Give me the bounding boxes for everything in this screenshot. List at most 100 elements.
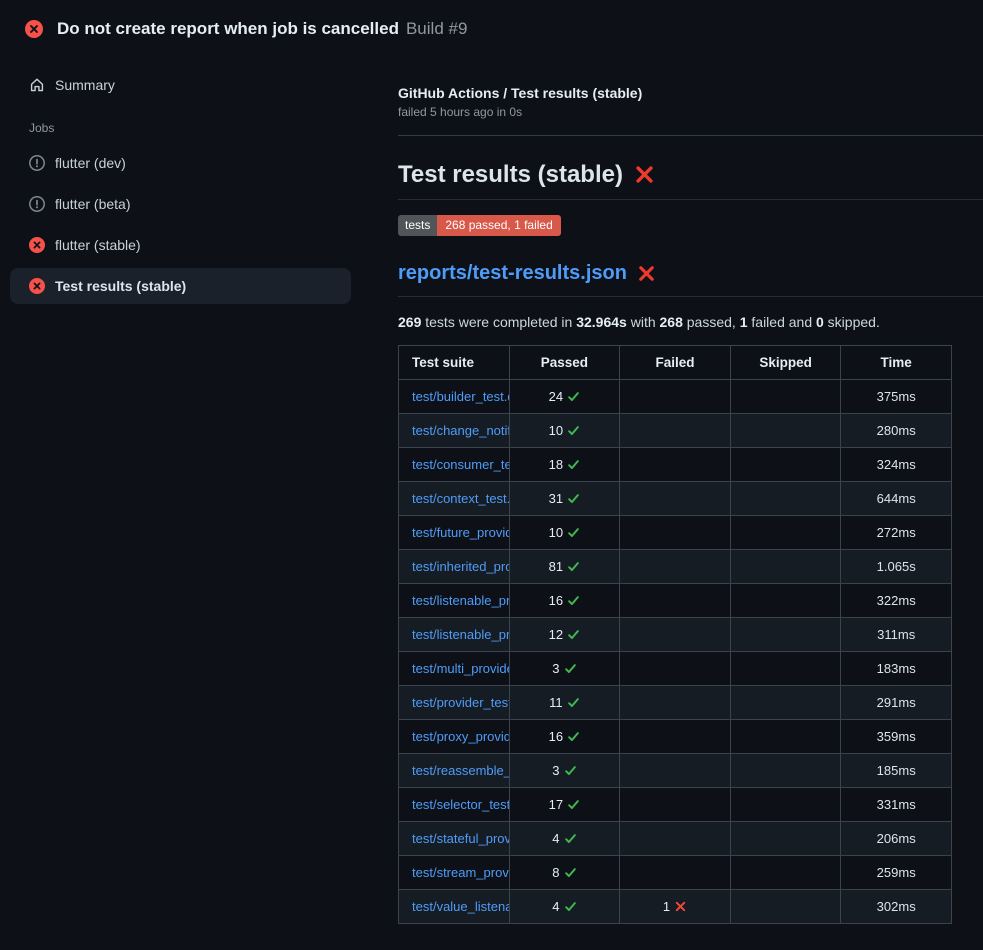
suite-link[interactable]: test/reassemble_test.dart — [412, 763, 509, 778]
time-cell: 644ms — [841, 482, 952, 516]
table-row: test/context_test.dart31 644ms — [399, 482, 952, 516]
suite-cell: test/provider_test.dart — [399, 686, 510, 720]
report-heading: reports/test-results.json — [398, 260, 983, 297]
suite-link[interactable]: test/value_listenable_provider_test.dart — [412, 899, 509, 914]
table-row: test/consumer_test.dart18 324ms — [399, 448, 952, 482]
passed-cell: 10 — [509, 516, 620, 550]
suite-link[interactable]: test/proxy_provider_test.dart — [412, 729, 509, 744]
sidebar-item-label: Test results (stable) — [55, 278, 186, 294]
suite-cell: test/stream_provider_test.dart — [399, 856, 510, 890]
check-icon — [564, 832, 577, 845]
failed-cell — [620, 754, 731, 788]
column-header-time: Time — [841, 346, 952, 380]
suite-cell: test/consumer_test.dart — [399, 448, 510, 482]
table-row: test/change_notifier_provider_test.dart1… — [399, 414, 952, 448]
suite-link[interactable]: test/change_notifier_provider_test.dart — [412, 423, 509, 438]
tests-badge: tests 268 passed, 1 failed — [398, 215, 561, 236]
sidebar-summary-label: Summary — [55, 77, 115, 93]
check-icon — [567, 390, 580, 403]
sidebar-item-label: flutter (stable) — [55, 237, 141, 253]
summary-line: 269 tests were completed in 32.964s with… — [398, 314, 983, 330]
suite-link[interactable]: test/listenable_provider_test.dart — [412, 593, 509, 608]
table-row: test/stream_provider_test.dart8259ms — [399, 856, 952, 890]
suite-link[interactable]: test/future_provider_test.dart — [412, 525, 509, 540]
table-header-row: Test suitePassedFailedSkippedTime — [399, 346, 952, 380]
sidebar-item-flutter-dev[interactable]: flutter (dev) — [10, 145, 351, 181]
suite-link[interactable]: test/stateful_provider_test.dart — [412, 831, 509, 846]
sidebar-item-summary[interactable]: Summary — [10, 69, 351, 101]
time-cell: 324ms — [841, 448, 952, 482]
failed-cell — [620, 822, 731, 856]
failed-cell — [620, 516, 731, 550]
time-cell: 291ms — [841, 686, 952, 720]
table-row: test/future_provider_test.dart10272ms — [399, 516, 952, 550]
suite-cell: test/inherited_provider_test.dart — [399, 550, 510, 584]
suite-link[interactable]: test/stream_provider_test.dart — [412, 865, 509, 880]
check-icon — [564, 866, 577, 879]
passed-cell: 31 — [509, 482, 620, 516]
sidebar-item-flutter-stable[interactable]: flutter (stable) — [10, 227, 351, 263]
skipped-cell — [730, 822, 841, 856]
table-row: test/inherited_provider_test.dart811.065… — [399, 550, 952, 584]
run-status-line: failed 5 hours ago in 0s — [398, 105, 983, 119]
time-cell: 259ms — [841, 856, 952, 890]
failed-cell: 1 — [620, 890, 731, 924]
check-icon — [567, 594, 580, 607]
suite-link[interactable]: test/builder_test.dart — [412, 389, 509, 404]
failed-cell — [620, 482, 731, 516]
column-header-passed: Passed — [509, 346, 620, 380]
suite-cell: test/listenable_provider_test.dart — [399, 584, 510, 618]
check-icon — [567, 798, 580, 811]
time-cell: 185ms — [841, 754, 952, 788]
x-circle-icon — [29, 237, 45, 253]
sidebar-item-flutter-beta[interactable]: flutter (beta) — [10, 186, 351, 222]
check-icon — [567, 628, 580, 641]
stop-icon — [29, 196, 45, 212]
sidebar-item-label: flutter (dev) — [55, 155, 126, 171]
x-circle-icon — [29, 278, 45, 294]
suite-link[interactable]: test/multi_provider_test.dart — [412, 661, 509, 676]
column-header-skipped: Skipped — [730, 346, 841, 380]
report-file-link[interactable]: reports/test-results.json — [398, 260, 627, 287]
badge-label: tests — [398, 215, 437, 236]
passed-cell: 12 — [509, 618, 620, 652]
run-title: Do not create report when job is cancell… — [57, 19, 399, 38]
skipped-cell — [730, 720, 841, 754]
table-row: test/selector_test.dart17331ms — [399, 788, 952, 822]
check-icon — [564, 900, 577, 913]
time-cell: 311ms — [841, 618, 952, 652]
suite-link[interactable]: test/inherited_provider_test.dart — [412, 559, 509, 574]
table-row: test/stateful_provider_test.dart4206ms — [399, 822, 952, 856]
passed-cell: 18 — [509, 448, 620, 482]
check-icon — [567, 526, 580, 539]
check-icon — [564, 764, 577, 777]
table-row: test/listenable_proxy_provider_test.dart… — [399, 618, 952, 652]
suite-cell: test/multi_provider_test.dart — [399, 652, 510, 686]
suite-link[interactable]: test/consumer_test.dart — [412, 457, 509, 472]
suite-cell: test/listenable_proxy_provider_test.dart — [399, 618, 510, 652]
passed-cell: 3 — [509, 652, 620, 686]
suite-cell: test/stateful_provider_test.dart — [399, 822, 510, 856]
sidebar-item-test-results-stable[interactable]: Test results (stable) — [10, 268, 351, 304]
skipped-cell — [730, 380, 841, 414]
check-icon — [567, 424, 580, 437]
suite-link[interactable]: test/listenable_proxy_provider_test.dart — [412, 627, 509, 642]
section-title: Test results (stable) — [398, 158, 983, 200]
suite-link[interactable]: test/selector_test.dart — [412, 797, 509, 812]
suite-cell: test/builder_test.dart — [399, 380, 510, 414]
failed-cell — [620, 448, 731, 482]
time-cell: 280ms — [841, 414, 952, 448]
time-cell: 206ms — [841, 822, 952, 856]
check-icon — [564, 662, 577, 675]
check-icon — [567, 458, 580, 471]
suite-cell: test/selector_test.dart — [399, 788, 510, 822]
passed-cell: 17 — [509, 788, 620, 822]
check-icon — [567, 492, 580, 505]
skipped-cell — [730, 448, 841, 482]
suite-cell: test/proxy_provider_test.dart — [399, 720, 510, 754]
table-row: test/reassemble_test.dart3185ms — [399, 754, 952, 788]
failed-cell — [620, 720, 731, 754]
suite-link[interactable]: test/provider_test.dart — [412, 695, 509, 710]
failed-cell — [620, 618, 731, 652]
suite-link[interactable]: test/context_test.dart — [412, 491, 509, 506]
